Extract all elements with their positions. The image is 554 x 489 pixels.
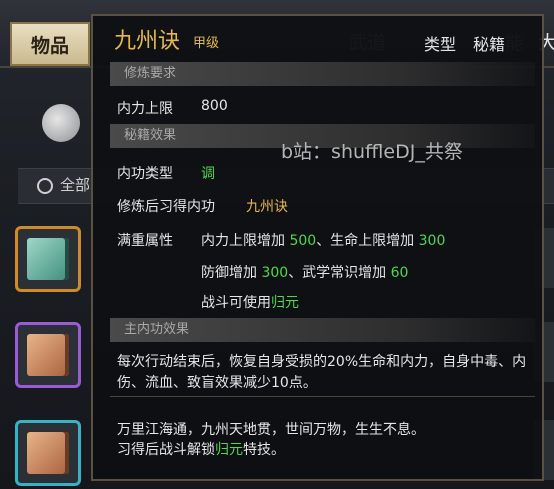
book-icon	[27, 432, 69, 474]
book-icon	[27, 238, 69, 280]
attr-text: 内力上限增加	[201, 233, 290, 249]
attr-text: 战斗可使用	[201, 295, 271, 311]
skill-name: 归元	[271, 295, 299, 311]
category-icon[interactable]	[42, 104, 80, 142]
learn-label: 修炼后习得内功	[117, 199, 215, 215]
attr-text: 防御增加	[201, 265, 262, 281]
full-attr-label: 满重属性	[117, 233, 173, 249]
attr-value: 300	[261, 265, 289, 281]
section-main-effect: 主内功效果	[110, 318, 535, 342]
attr-value: 60	[390, 265, 409, 281]
inventory-slot[interactable]	[15, 420, 81, 486]
flavor-text: 习得后战斗解锁	[117, 442, 215, 458]
main-effect-description: 每次行动结束后，恢复自身受损的20%生命和内力，自身中毒、内伤、流血、致盲效果减…	[117, 354, 527, 391]
learn-value: 九州诀	[246, 199, 288, 215]
filter-all-checkbox[interactable]	[37, 178, 53, 194]
flavor-text: 特技。	[243, 442, 285, 458]
section-requirements: 修炼要求	[110, 62, 535, 86]
flavor-line-1: 万里江海通，九州天地贯，世间万物，生生不息。	[117, 422, 425, 438]
attr-text: 、武学常识增加	[288, 265, 391, 281]
attr-line-2: 防御增加 300、武学常识增加 60	[201, 262, 408, 282]
requirement-label: 内力上限	[117, 101, 173, 117]
neigong-type-label: 内功类型	[117, 166, 173, 182]
requirement-value: 800	[201, 98, 228, 114]
flavor-line-2: 习得后战斗解锁归元特技。	[117, 439, 285, 459]
inventory-slot[interactable]	[15, 226, 81, 292]
tab-items[interactable]: 物品	[10, 22, 90, 66]
divider	[110, 396, 535, 397]
inventory-slot[interactable]	[15, 322, 81, 388]
attr-value: 500	[289, 233, 317, 249]
book-icon	[27, 334, 69, 376]
watermark: b站：shuffleDJ_共祭	[281, 141, 463, 163]
item-type-label: 类型	[424, 35, 457, 54]
item-title: 九州诀	[114, 29, 181, 54]
attr-line-1: 内力上限增加 500、生命上限增加 300	[201, 230, 445, 250]
attr-line-3: 战斗可使用归元	[201, 292, 299, 312]
attr-value: 300	[418, 233, 446, 249]
skill-name: 归元	[215, 442, 243, 458]
attr-text: 、生命上限增加	[316, 233, 419, 249]
neigong-type-value: 调	[201, 166, 215, 182]
item-grade: 甲级	[193, 36, 220, 51]
item-type-value: 秘籍	[473, 35, 506, 54]
filter-all-label: 全部	[60, 176, 91, 194]
